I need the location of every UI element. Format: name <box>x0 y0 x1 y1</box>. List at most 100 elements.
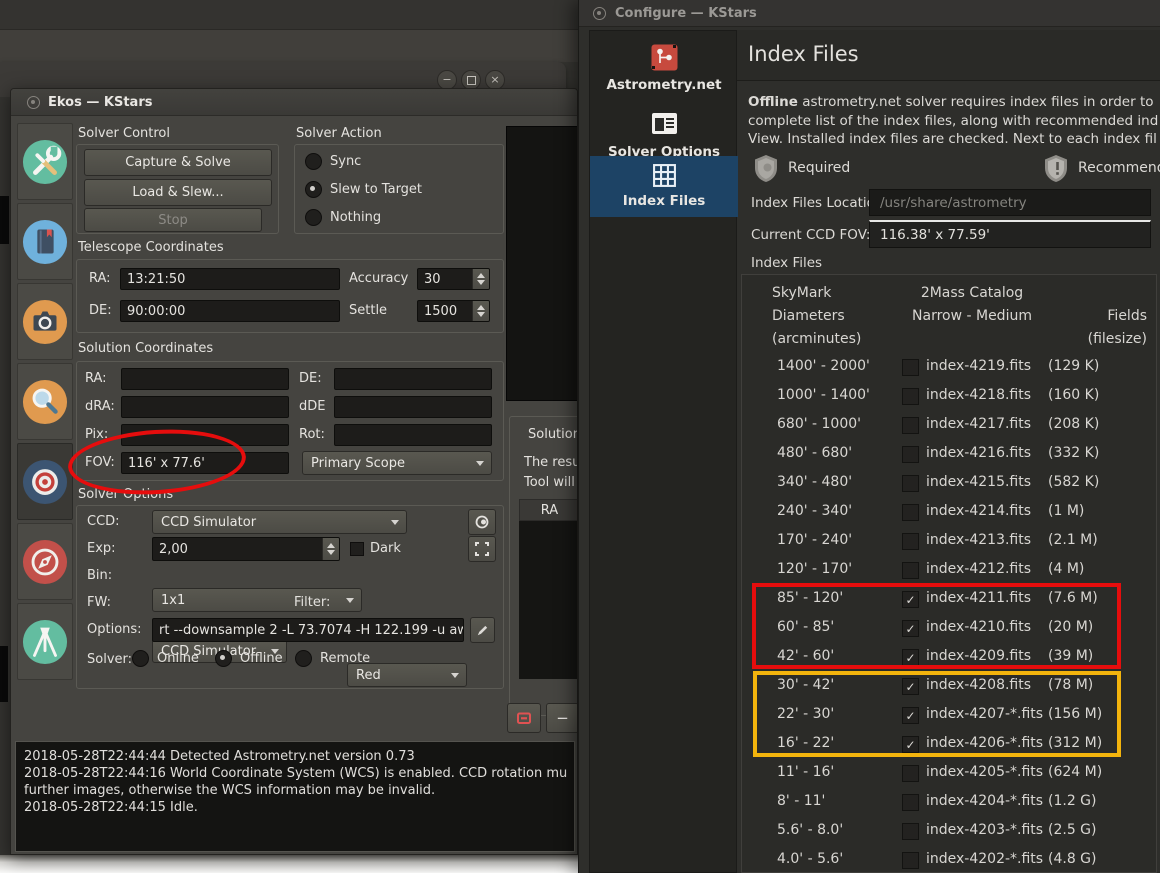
row-filesize: (2.1 M) <box>1048 532 1098 548</box>
radio-label: Nothing <box>330 210 382 225</box>
radio-online[interactable]: Online <box>132 650 199 667</box>
row-install-checkbox[interactable] <box>902 649 919 666</box>
tab-focus[interactable] <box>17 363 73 440</box>
row-install-checkbox[interactable] <box>902 504 919 521</box>
dra-input[interactable] <box>121 396 289 418</box>
close-button[interactable]: × <box>485 70 505 90</box>
col2-header-line2: Narrow - Medium <box>912 308 1032 324</box>
tab-guide[interactable] <box>17 523 73 600</box>
align-target-icon <box>22 459 68 504</box>
stop-button[interactable]: Stop <box>84 208 262 232</box>
row-diameter-range: 11' - 16' <box>777 764 835 780</box>
row-install-checkbox[interactable] <box>902 417 919 434</box>
sidebar-item-index-files[interactable]: Index Files <box>590 156 738 217</box>
row-install-checkbox[interactable] <box>902 736 919 753</box>
row-install-checkbox[interactable] <box>902 620 919 637</box>
row-install-checkbox[interactable] <box>902 359 919 376</box>
ccd-select[interactable]: CCD Simulator <box>152 510 407 534</box>
ekos-titlebar[interactable]: Ekos — KStars <box>11 89 577 116</box>
scope-select[interactable]: Primary Scope <box>302 451 492 475</box>
results-table-header[interactable]: RA <box>519 499 577 521</box>
row-install-checkbox[interactable] <box>902 678 919 695</box>
fov-input[interactable]: 116' x 77.6' <box>121 452 289 474</box>
log-line: 2018-05-28T22:44:44 Detected Astrometry.… <box>24 749 415 764</box>
spin-arrows-icon[interactable] <box>472 269 489 289</box>
row-install-checkbox[interactable] <box>902 533 919 550</box>
rot-input[interactable] <box>334 424 492 446</box>
row-install-checkbox[interactable] <box>902 388 919 405</box>
settle-spinbox[interactable]: 1500 <box>417 300 490 322</box>
page-header: Index Files <box>737 30 1160 81</box>
table-row: 240' - 340' index-4214.fits (1 M) <box>742 498 1156 527</box>
radio-remote[interactable]: Remote <box>295 650 370 667</box>
index-files-table[interactable]: SkyMark Diameters (arcminutes) 2Mass Cat… <box>741 274 1157 873</box>
solution-coordinates-title: Solution Coordinates <box>78 341 214 356</box>
dde-input[interactable] <box>334 396 492 418</box>
index-files-grid-icon <box>653 164 676 187</box>
spin-arrows-icon[interactable] <box>322 538 339 560</box>
tab-scheduler[interactable] <box>17 203 73 280</box>
radio-slew-to-target[interactable]: Slew to Target <box>305 181 422 198</box>
maximize-button[interactable] <box>461 70 481 90</box>
row-diameter-range: 1000' - 1400' <box>777 387 870 403</box>
overlay-toggle-button[interactable] <box>468 509 496 535</box>
dark-checkbox[interactable] <box>350 542 364 556</box>
row-install-checkbox[interactable] <box>902 852 919 869</box>
spin-arrows-icon[interactable] <box>472 301 489 321</box>
edit-options-button[interactable] <box>470 617 495 643</box>
remove-row-button[interactable]: − <box>546 703 577 733</box>
radio-offline[interactable]: Offline <box>215 650 283 667</box>
bin-select[interactable]: 1x1 <box>152 588 362 612</box>
tab-align[interactable] <box>17 443 73 520</box>
row-filesize: (160 K) <box>1048 387 1100 403</box>
table-row: 42' - 60' index-4209.fits (39 M) <box>742 643 1156 672</box>
row-install-checkbox[interactable] <box>902 475 919 492</box>
sol-de-input[interactable] <box>334 368 492 390</box>
window-menu-icon[interactable] <box>593 6 606 20</box>
row-install-checkbox[interactable] <box>902 446 919 463</box>
minimize-button[interactable]: − <box>437 70 457 90</box>
row-install-checkbox[interactable] <box>902 707 919 724</box>
solver-control-title: Solver Control <box>78 126 170 141</box>
tab-setup[interactable] <box>17 123 73 200</box>
radio-nothing[interactable]: Nothing <box>305 209 381 226</box>
row-install-checkbox[interactable] <box>902 794 919 811</box>
tab-capture[interactable] <box>17 283 73 360</box>
row-install-checkbox[interactable] <box>902 562 919 579</box>
clear-results-button[interactable] <box>507 703 541 733</box>
configure-titlebar[interactable]: Configure — KStars <box>579 0 1160 27</box>
row-diameter-range: 85' - 120' <box>777 590 844 606</box>
background-window-fragment <box>0 646 8 702</box>
pix-input[interactable] <box>121 424 289 446</box>
sol-ra-input[interactable] <box>121 368 289 390</box>
options-label: Options: <box>87 622 142 637</box>
capture-solve-button[interactable]: Capture & Solve <box>84 149 272 176</box>
window-menu-icon[interactable] <box>27 95 40 109</box>
tab-mount[interactable] <box>17 603 73 680</box>
radio-sync[interactable]: Sync <box>305 153 361 170</box>
table-row: 170' - 240' index-4213.fits (2.1 M) <box>742 527 1156 556</box>
solver-arguments-input[interactable]: rt --downsample 2 -L 73.7074 -H 122.199 … <box>152 618 464 642</box>
astrometry-icon <box>651 44 678 71</box>
log-line: 2018-05-28T22:44:16 World Coordinate Sys… <box>24 766 568 781</box>
load-slew-button[interactable]: Load & Slew... <box>84 179 272 206</box>
telescope-de-input[interactable]: 90:00:00 <box>120 300 340 322</box>
setup-icon <box>22 139 68 184</box>
sidebar-item-astrometry[interactable]: Astrometry.net <box>590 31 738 101</box>
index-files-location-input[interactable]: /usr/share/astrometry <box>869 189 1151 216</box>
col3-header-line2: (filesize) <box>1087 331 1147 347</box>
description-line1: Offline astrometry.net solver requires i… <box>748 93 1158 112</box>
row-install-checkbox[interactable] <box>902 591 919 608</box>
fullframe-button[interactable] <box>468 536 496 562</box>
exposure-value: 2,00 <box>159 541 188 557</box>
telescope-ra-input[interactable]: 13:21:50 <box>120 268 340 290</box>
accuracy-spinbox[interactable]: 30 <box>417 268 490 290</box>
sol-de-label: DE: <box>299 371 322 386</box>
solver-options-group: CCD: CCD Simulator Exp: 2,00 Dark Bin: 1… <box>76 505 504 689</box>
log-output[interactable]: 2018-05-28T22:44:44 Detected Astrometry.… <box>15 741 575 852</box>
row-install-checkbox[interactable] <box>902 823 919 840</box>
window-title: Configure — KStars <box>615 5 757 21</box>
row-index-filename: index-4202-*.fits <box>926 851 1044 867</box>
exposure-spinbox[interactable]: 2,00 <box>152 537 340 561</box>
row-install-checkbox[interactable] <box>902 765 919 782</box>
